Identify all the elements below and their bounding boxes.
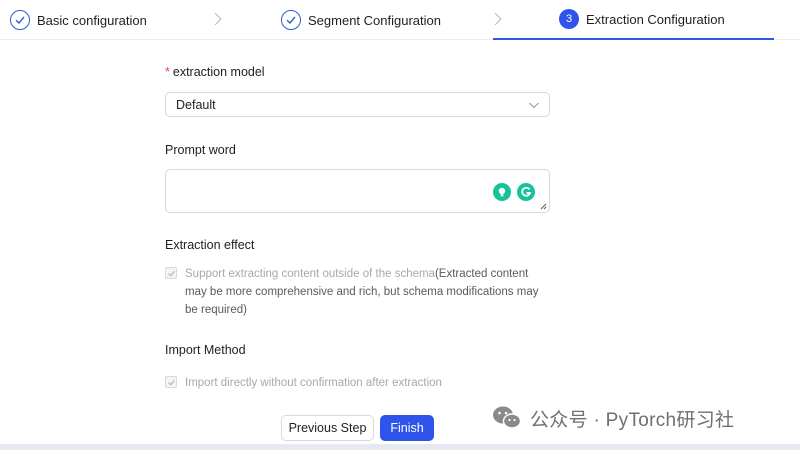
import-method-option[interactable]: Import directly without confirmation aft… (165, 374, 545, 392)
step-label: Basic configuration (37, 12, 147, 28)
check-icon (281, 10, 301, 30)
extraction-effect-label: Extraction effect (165, 238, 255, 252)
step-basic-configuration[interactable]: Basic configuration (10, 0, 147, 40)
chevron-down-icon (529, 102, 539, 109)
finish-button[interactable]: Finish (380, 415, 434, 441)
wechat-icon (493, 406, 522, 429)
import-method-option-label: Import directly without confirmation aft… (185, 377, 442, 389)
resize-handle-icon[interactable] (540, 203, 547, 210)
step-label: Extraction Configuration (586, 11, 725, 27)
check-icon (10, 10, 30, 30)
watermark-text: 公众号 · PyTorch研习社 (530, 409, 735, 431)
steps-bar: Basic configuration Segment Configuratio… (0, 0, 800, 40)
lightbulb-icon[interactable] (493, 183, 511, 201)
grammarly-widget[interactable] (491, 181, 537, 203)
step-segment-configuration[interactable]: Segment Configuration (281, 0, 441, 40)
import-method-label: Import Method (165, 343, 246, 357)
step-label: Segment Configuration (308, 12, 441, 28)
extraction-model-label: * extraction model (165, 65, 265, 79)
extraction-effect-option[interactable]: Support extracting content outside of th… (165, 265, 545, 319)
step-extraction-configuration[interactable]: 3 Extraction Configuration (493, 0, 774, 40)
extraction-effect-checkbox[interactable] (165, 267, 177, 279)
step-number-badge: 3 (559, 9, 579, 29)
import-method-checkbox[interactable] (165, 376, 177, 388)
extraction-effect-option-label: Support extracting content outside of th… (185, 265, 545, 319)
prompt-word-label: Prompt word (165, 143, 236, 157)
chevron-right-icon (214, 12, 222, 26)
prompt-word-textarea[interactable] (165, 169, 550, 213)
extraction-model-value: Default (176, 97, 216, 112)
grammarly-icon[interactable] (517, 183, 535, 201)
required-mark: * (165, 65, 170, 79)
extraction-effect-main-text: Support extracting content outside of th… (185, 268, 435, 280)
extraction-model-label-text: extraction model (172, 65, 265, 79)
bottom-scrollbar[interactable] (0, 444, 800, 450)
extraction-model-select[interactable]: Default (165, 92, 550, 117)
watermark: 公众号 · PyTorch研习社 (490, 404, 734, 432)
previous-step-button[interactable]: Previous Step (281, 415, 374, 441)
